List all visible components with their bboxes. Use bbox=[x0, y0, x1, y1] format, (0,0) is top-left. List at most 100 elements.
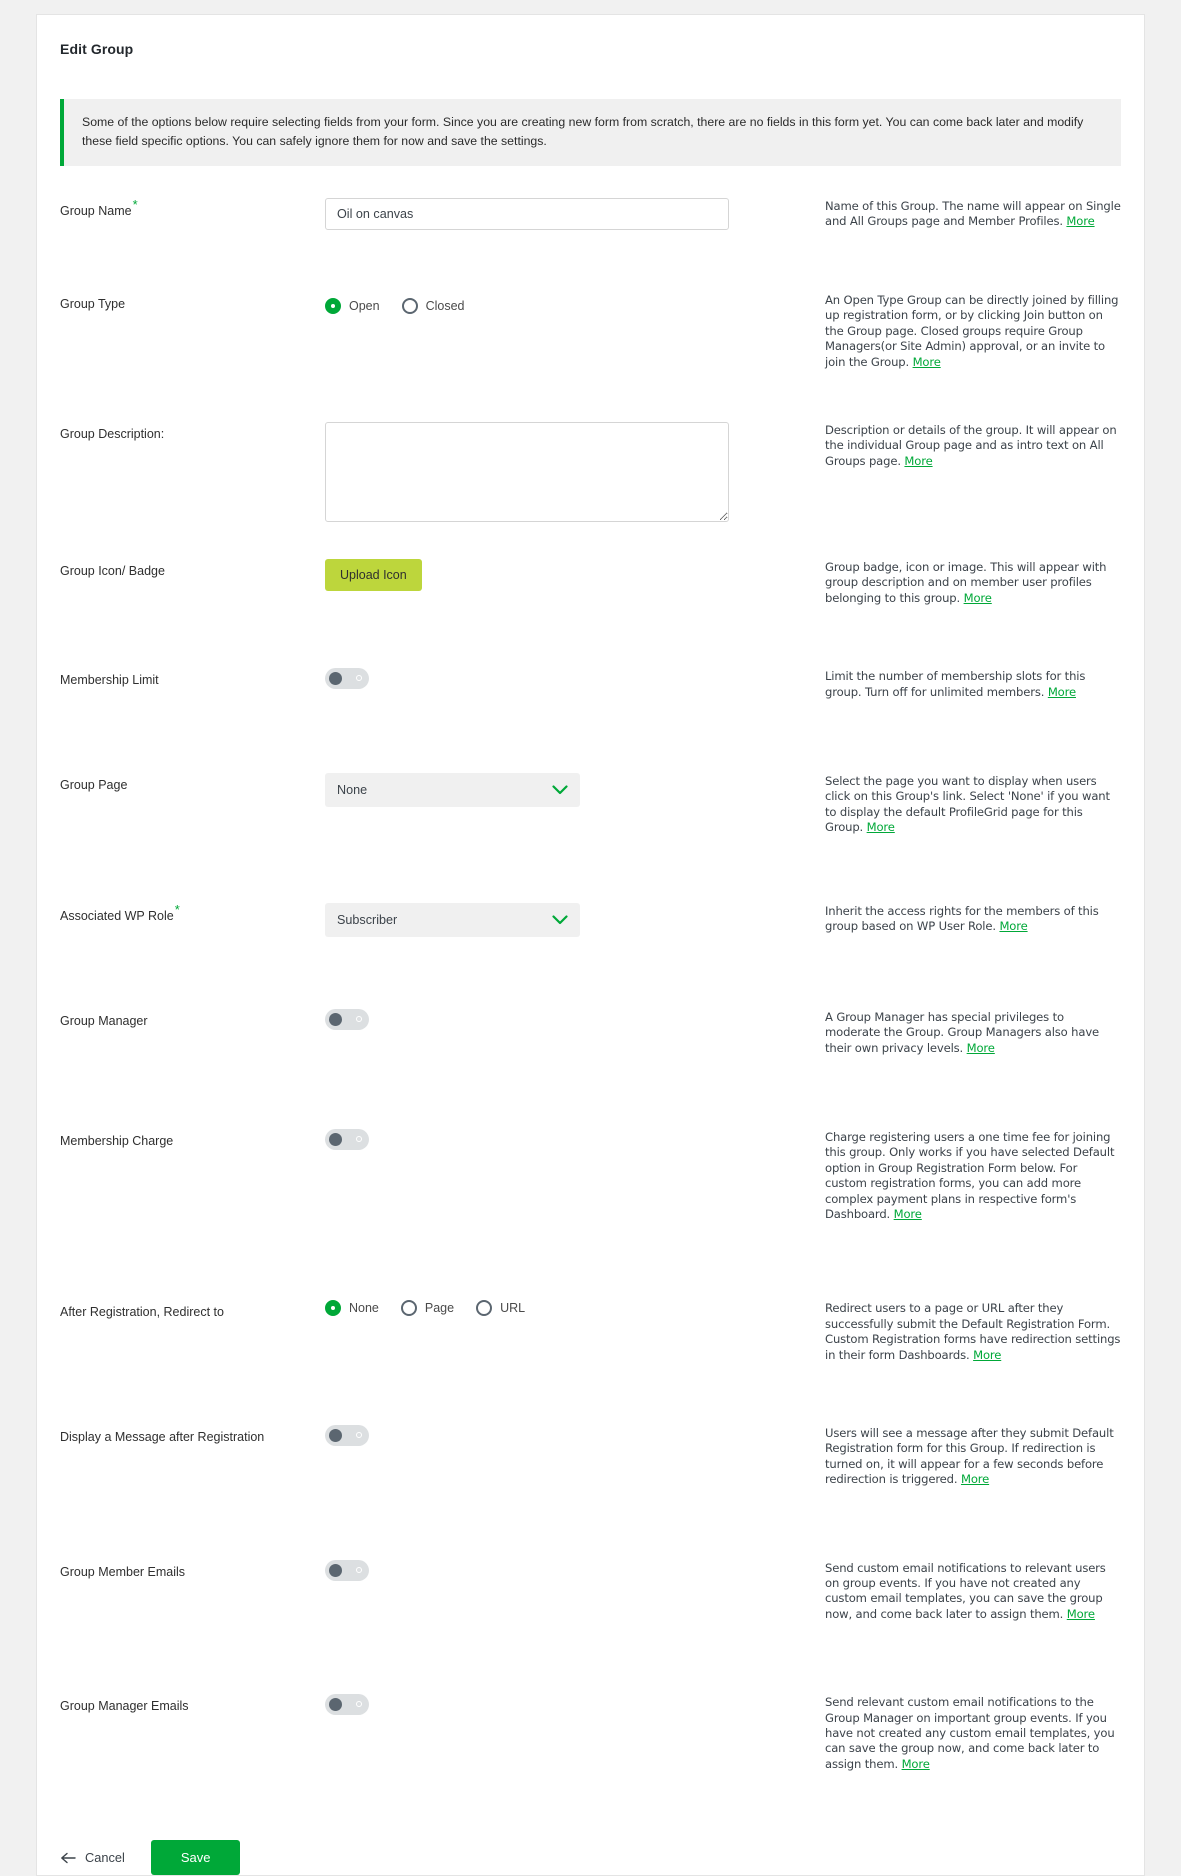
membership-limit-toggle[interactable] bbox=[325, 668, 369, 690]
upload-icon-button[interactable]: Upload Icon bbox=[325, 559, 422, 592]
label-cell-group-description: Group Description: bbox=[60, 422, 325, 443]
group-page-select[interactable]: None bbox=[325, 773, 580, 808]
radio-icon-closed[interactable] bbox=[401, 298, 418, 314]
help-text-membership-limit: Limit the number of membership slots for… bbox=[825, 669, 1121, 700]
field-row-group-description: Group Description: Description or detail… bbox=[60, 422, 1121, 527]
more-link-membership-charge[interactable]: More bbox=[894, 1207, 922, 1221]
help-body-group-description: Description or details of the group. It … bbox=[825, 423, 1117, 468]
more-link-group-manager[interactable]: More bbox=[967, 1041, 995, 1055]
more-link-wp-role[interactable]: More bbox=[999, 919, 1027, 933]
field-label-display-message: Display a Message after Registration bbox=[60, 1429, 265, 1444]
help-text-group-description: Description or details of the group. It … bbox=[825, 423, 1121, 469]
help-cell-member-emails: Send custom email notifications to relev… bbox=[825, 1560, 1121, 1623]
toggle-off-indicator bbox=[356, 1701, 362, 1708]
help-cell-group-page: Select the page you want to display when… bbox=[825, 773, 1121, 836]
field-cell-membership-limit bbox=[325, 668, 825, 694]
help-text-group-icon: Group badge, icon or image. This will ap… bbox=[825, 560, 1121, 606]
help-text-group-type: An Open Type Group can be directly joine… bbox=[825, 293, 1121, 370]
chevron-down-icon bbox=[552, 785, 568, 795]
field-label-membership-limit: Membership Limit bbox=[60, 673, 159, 688]
more-link-display-message[interactable]: More bbox=[961, 1472, 989, 1486]
more-link-member-emails[interactable]: More bbox=[1067, 1607, 1095, 1621]
field-cell-member-emails bbox=[325, 1559, 825, 1586]
label-cell-wp-role: Associated WP Role* bbox=[60, 903, 325, 925]
wp-role-select[interactable]: Subscriber bbox=[325, 902, 580, 937]
toggle-knob bbox=[329, 1698, 342, 1712]
help-cell-group-manager: A Group Manager has special privileges t… bbox=[825, 1009, 1121, 1056]
radio-option-page[interactable]: Page bbox=[400, 1300, 454, 1317]
toggle-off-indicator bbox=[356, 1015, 362, 1022]
group-description-textarea[interactable] bbox=[325, 422, 729, 523]
redirect-radio-group: None Page URL bbox=[325, 1300, 825, 1317]
help-text-group-page: Select the page you want to display when… bbox=[825, 774, 1121, 836]
help-text-member-emails: Send custom email notifications to relev… bbox=[825, 1561, 1121, 1623]
label-cell-display-message: Display a Message after Registration bbox=[60, 1425, 325, 1446]
field-row-group-manager: Group Manager A Group Manager has specia… bbox=[60, 1008, 1121, 1056]
field-row-display-message: Display a Message after Registration Use… bbox=[60, 1424, 1121, 1488]
help-text-membership-charge: Charge registering users a one time fee … bbox=[825, 1130, 1121, 1222]
radio-icon-url[interactable] bbox=[476, 1300, 493, 1317]
required-asterisk-group-name: * bbox=[132, 197, 138, 212]
field-row-group-name: Group Name* Name of this Group. The name… bbox=[60, 198, 1121, 230]
manager-emails-toggle[interactable] bbox=[325, 1694, 369, 1716]
radio-option-open[interactable]: Open bbox=[325, 298, 380, 314]
more-link-redirect[interactable]: More bbox=[973, 1348, 1001, 1362]
group-manager-toggle[interactable] bbox=[325, 1008, 369, 1030]
membership-charge-toggle[interactable] bbox=[325, 1128, 369, 1150]
more-link-manager-emails[interactable]: More bbox=[902, 1757, 930, 1771]
field-row-group-icon: Group Icon/ Badge Upload Icon Group badg… bbox=[60, 559, 1121, 606]
field-cell-group-manager bbox=[325, 1008, 825, 1035]
help-cell-display-message: Users will see a message after they subm… bbox=[825, 1425, 1121, 1488]
label-cell-group-icon: Group Icon/ Badge bbox=[60, 559, 325, 580]
cancel-button[interactable]: Cancel bbox=[60, 1850, 125, 1865]
radio-label-closed: Closed bbox=[425, 299, 465, 313]
save-button[interactable]: Save bbox=[150, 1840, 241, 1876]
label-cell-redirect: After Registration, Redirect to bbox=[60, 1300, 325, 1321]
help-body-membership-limit: Limit the number of membership slots for… bbox=[825, 669, 1086, 699]
more-link-group-name[interactable]: More bbox=[1066, 214, 1094, 228]
toggle-knob bbox=[329, 1428, 342, 1442]
field-row-manager-emails: Group Manager Emails Send relevant custo… bbox=[60, 1694, 1121, 1772]
label-cell-group-page: Group Page bbox=[60, 773, 325, 794]
radio-icon-open[interactable] bbox=[325, 298, 341, 314]
radio-option-url[interactable]: URL bbox=[476, 1300, 525, 1317]
more-link-group-page[interactable]: More bbox=[867, 820, 895, 834]
field-label-membership-charge: Membership Charge bbox=[60, 1133, 174, 1148]
radio-icon-none[interactable] bbox=[325, 1300, 341, 1317]
radio-option-none[interactable]: None bbox=[325, 1300, 379, 1317]
display-message-toggle[interactable] bbox=[325, 1424, 369, 1446]
edit-group-card: Edit Group Some of the options below req… bbox=[36, 14, 1145, 1876]
more-link-group-description[interactable]: More bbox=[904, 454, 932, 468]
field-label-group-icon: Group Icon/ Badge bbox=[60, 564, 165, 579]
field-label-member-emails: Group Member Emails bbox=[60, 1564, 186, 1579]
wp-role-selected-value: Subscriber bbox=[337, 912, 398, 927]
more-link-group-type[interactable]: More bbox=[913, 355, 941, 369]
field-row-redirect: After Registration, Redirect to None Pag… bbox=[60, 1300, 1121, 1363]
label-cell-group-name: Group Name* bbox=[60, 198, 325, 220]
member-emails-toggle[interactable] bbox=[325, 1559, 369, 1581]
radio-option-closed[interactable]: Closed bbox=[401, 298, 465, 314]
radio-icon-page[interactable] bbox=[400, 1300, 417, 1317]
group-page-selected-value: None bbox=[337, 783, 368, 798]
group-settings-form: Group Name* Name of this Group. The name… bbox=[37, 198, 1144, 1772]
help-cell-group-icon: Group badge, icon or image. This will ap… bbox=[825, 559, 1121, 606]
group-type-radio-group: Open Closed bbox=[325, 292, 825, 314]
toggle-off-indicator bbox=[356, 1135, 362, 1142]
label-cell-group-type: Group Type bbox=[60, 292, 325, 313]
toggle-off-indicator bbox=[356, 675, 362, 682]
radio-label-none: None bbox=[349, 1301, 379, 1316]
chevron-down-icon bbox=[552, 915, 568, 924]
toggle-off-indicator bbox=[356, 1431, 362, 1438]
field-cell-group-description bbox=[325, 422, 825, 527]
label-cell-group-manager: Group Manager bbox=[60, 1009, 325, 1030]
field-label-group-type: Group Type bbox=[60, 297, 126, 311]
more-link-group-icon[interactable]: More bbox=[964, 591, 992, 605]
form-footer: Cancel Save bbox=[37, 1840, 1144, 1876]
field-row-membership-limit: Membership Limit Limit the number of mem… bbox=[60, 668, 1121, 700]
more-link-membership-limit[interactable]: More bbox=[1048, 685, 1076, 699]
field-row-group-type: Group Type Open Closed An Open Type Grou… bbox=[60, 292, 1121, 370]
group-name-input[interactable] bbox=[325, 198, 729, 230]
field-cell-wp-role: Subscriber bbox=[325, 902, 825, 937]
field-label-manager-emails: Group Manager Emails bbox=[60, 1699, 189, 1714]
label-cell-membership-charge: Membership Charge bbox=[60, 1129, 325, 1150]
